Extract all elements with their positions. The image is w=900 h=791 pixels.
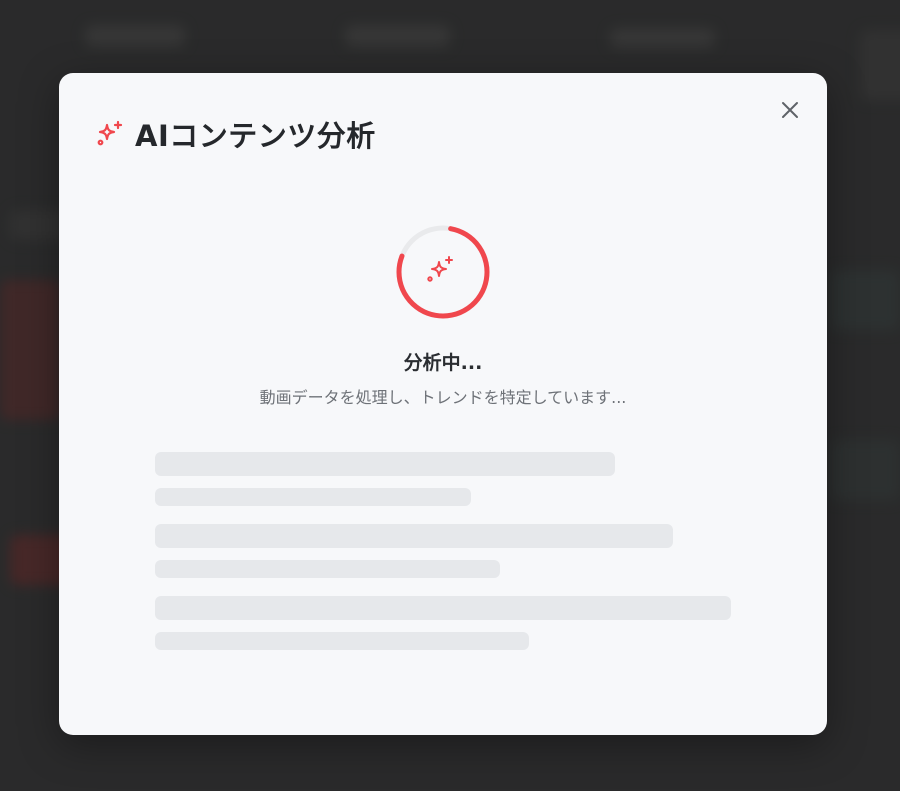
close-button[interactable] xyxy=(775,95,805,125)
ai-analysis-modal: AIコンテンツ分析 分析中... 動画データを処理し、トレンドを特定しています.… xyxy=(59,73,827,735)
sparkles-icon xyxy=(427,256,453,282)
modal-header: AIコンテンツ分析 xyxy=(95,113,376,155)
status-title: 分析中... xyxy=(403,352,483,374)
modal-title: AIコンテンツ分析 xyxy=(135,119,376,153)
loading-spinner xyxy=(396,225,490,319)
status-subtitle: 動画データを処理し、トレンドを特定しています... xyxy=(259,388,627,407)
skeleton-line xyxy=(155,596,731,620)
skeleton-line xyxy=(155,524,673,548)
skeleton-line xyxy=(155,560,500,578)
sparkles-icon xyxy=(95,119,125,149)
skeleton-line xyxy=(155,488,471,506)
close-icon xyxy=(782,102,798,118)
skeleton-line xyxy=(155,632,529,650)
skeleton-line xyxy=(155,452,615,476)
